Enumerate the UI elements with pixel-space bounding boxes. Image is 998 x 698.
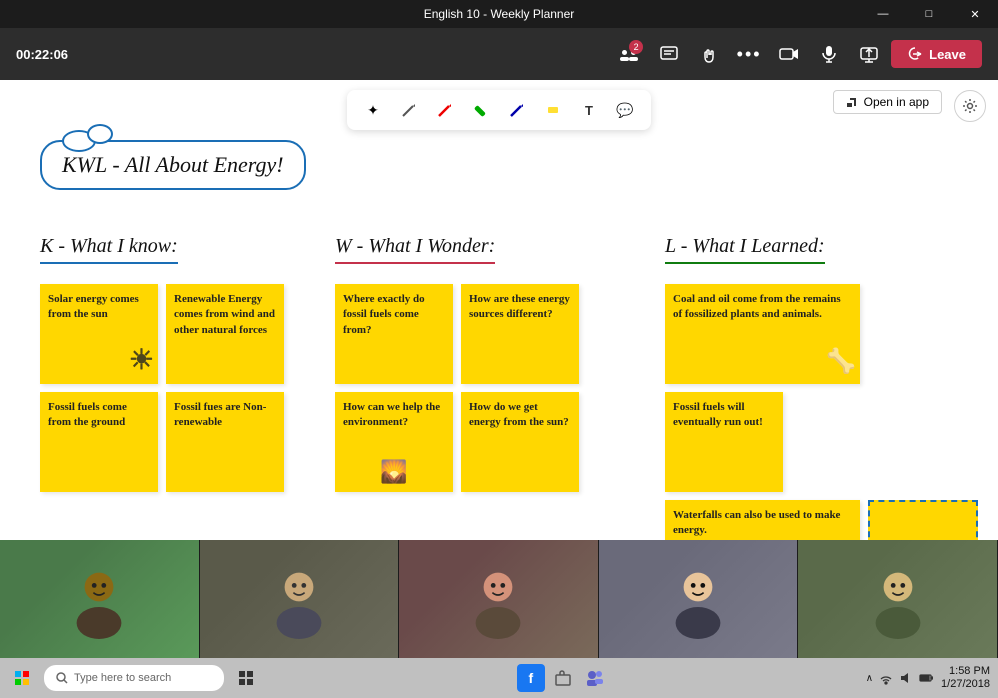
note-k-1[interactable]: Solar energy comes from the sun ☀ bbox=[40, 284, 158, 384]
note-l-3[interactable]: Waterfalls can also be used to make ener… bbox=[665, 500, 860, 540]
note-w-2[interactable]: How are these energy sources different? bbox=[461, 284, 579, 384]
section-l-header: L - What I Learned: bbox=[665, 235, 825, 264]
whiteboard-container: ✦ T 💬 Open in app KWL - All About Energy… bbox=[0, 80, 998, 540]
minimize-button[interactable]: — bbox=[860, 0, 906, 28]
call-timer: 00:22:06 bbox=[16, 47, 68, 62]
note-k-3[interactable]: Fossil fuels come from the ground bbox=[40, 392, 158, 492]
chat-button[interactable] bbox=[651, 36, 687, 72]
red-pen-tool[interactable] bbox=[431, 96, 459, 124]
section-k-notes: Solar energy comes from the sun ☀ Renewa… bbox=[40, 284, 315, 492]
section-l-notes: Coal and oil come from the remains of fo… bbox=[665, 284, 978, 540]
share-screen-button[interactable] bbox=[851, 36, 887, 72]
mute-button[interactable] bbox=[811, 36, 847, 72]
leave-button[interactable]: Leave bbox=[891, 40, 982, 68]
meeting-controls: 2 ••• Leave bbox=[611, 36, 982, 72]
taskbar-search[interactable]: Type here to search bbox=[44, 665, 224, 691]
raise-hand-button[interactable] bbox=[691, 36, 727, 72]
window-title: English 10 - Weekly Planner bbox=[424, 7, 575, 21]
facebook-icon[interactable]: f bbox=[517, 664, 545, 692]
note-k-2[interactable]: Renewable Energy comes from wind and oth… bbox=[166, 284, 284, 384]
start-icon[interactable] bbox=[8, 664, 36, 692]
taskbar: Type here to search f ∧ 1:58 PM 1/27/201… bbox=[0, 658, 998, 698]
badge-count: 2 bbox=[629, 40, 643, 54]
section-l: L - What I Learned: Coal and oil come fr… bbox=[655, 235, 988, 540]
sticky-note-tool[interactable]: 💬 bbox=[611, 96, 639, 124]
kwl-sections: K - What I know: Solar energy comes from… bbox=[30, 235, 988, 540]
participants-button[interactable]: 2 bbox=[611, 36, 647, 72]
green-marker-tool[interactable] bbox=[467, 96, 495, 124]
blue-pen-tool[interactable] bbox=[503, 96, 531, 124]
note-l-empty[interactable] bbox=[868, 500, 978, 540]
video-participant-1[interactable] bbox=[0, 540, 200, 658]
briefcase-icon[interactable] bbox=[549, 664, 577, 692]
volume-icon bbox=[899, 671, 913, 685]
camera-button[interactable] bbox=[771, 36, 807, 72]
video-strip bbox=[0, 540, 998, 658]
text-tool[interactable]: T bbox=[575, 96, 603, 124]
teams-toolbar: 00:22:06 2 ••• Leave bbox=[0, 28, 998, 80]
chevron-icon[interactable]: ∧ bbox=[866, 673, 873, 684]
maximize-button[interactable]: □ bbox=[906, 0, 952, 28]
wifi-icon bbox=[879, 671, 893, 685]
teams-icon[interactable] bbox=[581, 664, 609, 692]
sunrise-icon: 🌄 bbox=[380, 457, 407, 488]
cloud-title: KWL - All About Energy! bbox=[40, 140, 306, 190]
note-w-3[interactable]: How can we help the environment? 🌄 bbox=[335, 392, 453, 492]
taskbar-right: ∧ 1:58 PM 1/27/2018 bbox=[866, 665, 990, 691]
close-button[interactable]: ✕ bbox=[952, 0, 998, 28]
task-view-icon[interactable] bbox=[232, 664, 260, 692]
whiteboard: KWL - All About Energy! K - What I know:… bbox=[0, 80, 998, 540]
note-l-1[interactable]: Coal and oil come from the remains of fo… bbox=[665, 284, 860, 384]
section-k-header: K - What I know: bbox=[40, 235, 178, 264]
battery-icon bbox=[919, 671, 933, 685]
more-options-button[interactable]: ••• bbox=[731, 36, 767, 72]
note-w-1[interactable]: Where exactly do fossil fuels come from? bbox=[335, 284, 453, 384]
video-participant-2[interactable] bbox=[200, 540, 400, 658]
sys-tray: ∧ bbox=[866, 671, 933, 685]
select-tool[interactable]: ✦ bbox=[359, 96, 387, 124]
bone-icon: 🦴 bbox=[826, 346, 856, 380]
taskbar-left: Type here to search bbox=[8, 664, 260, 692]
window-controls: — □ ✕ bbox=[860, 0, 998, 28]
pencil-tool[interactable] bbox=[395, 96, 423, 124]
section-w: W - What I Wonder: Where exactly do foss… bbox=[325, 235, 655, 540]
section-w-notes: Where exactly do fossil fuels come from?… bbox=[335, 284, 645, 492]
title-bar: English 10 - Weekly Planner — □ ✕ bbox=[0, 0, 998, 28]
note-k-4[interactable]: Fossil fues are Non-renewable bbox=[166, 392, 284, 492]
open-in-app-button[interactable]: Open in app bbox=[833, 90, 942, 114]
drawing-toolbar: ✦ T 💬 bbox=[347, 90, 651, 130]
section-w-header: W - What I Wonder: bbox=[335, 235, 495, 264]
section-k: K - What I know: Solar energy comes from… bbox=[30, 235, 325, 540]
note-l-2[interactable]: Fossil fuels will eventually run out! bbox=[665, 392, 783, 492]
settings-button[interactable] bbox=[954, 90, 986, 122]
clock: 1:58 PM 1/27/2018 bbox=[941, 665, 990, 691]
taskbar-app-icons: f bbox=[517, 664, 609, 692]
video-participant-5[interactable] bbox=[798, 540, 998, 658]
highlighter-tool[interactable] bbox=[539, 96, 567, 124]
video-participant-3[interactable] bbox=[399, 540, 599, 658]
note-w-4[interactable]: How do we get energy from the sun? bbox=[461, 392, 579, 492]
video-participant-4[interactable] bbox=[599, 540, 799, 658]
sun-icon: ☀ bbox=[129, 341, 154, 380]
